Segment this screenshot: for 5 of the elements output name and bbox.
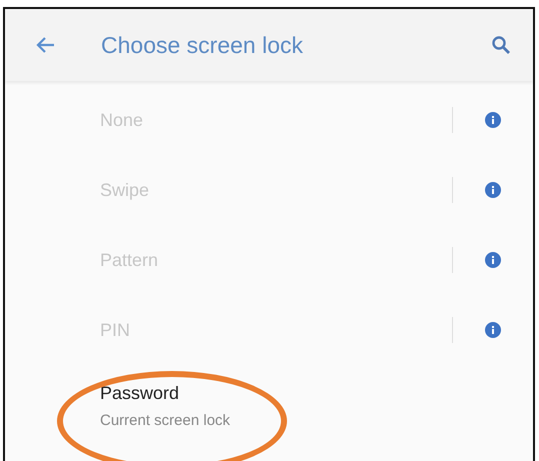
- back-arrow-icon[interactable]: [35, 36, 55, 54]
- screen-title: Choose screen lock: [101, 32, 304, 58]
- search-icon[interactable]: [491, 35, 511, 55]
- option-label[interactable]: Password: [100, 383, 501, 404]
- option-summary: Current screen lock: [100, 412, 232, 429]
